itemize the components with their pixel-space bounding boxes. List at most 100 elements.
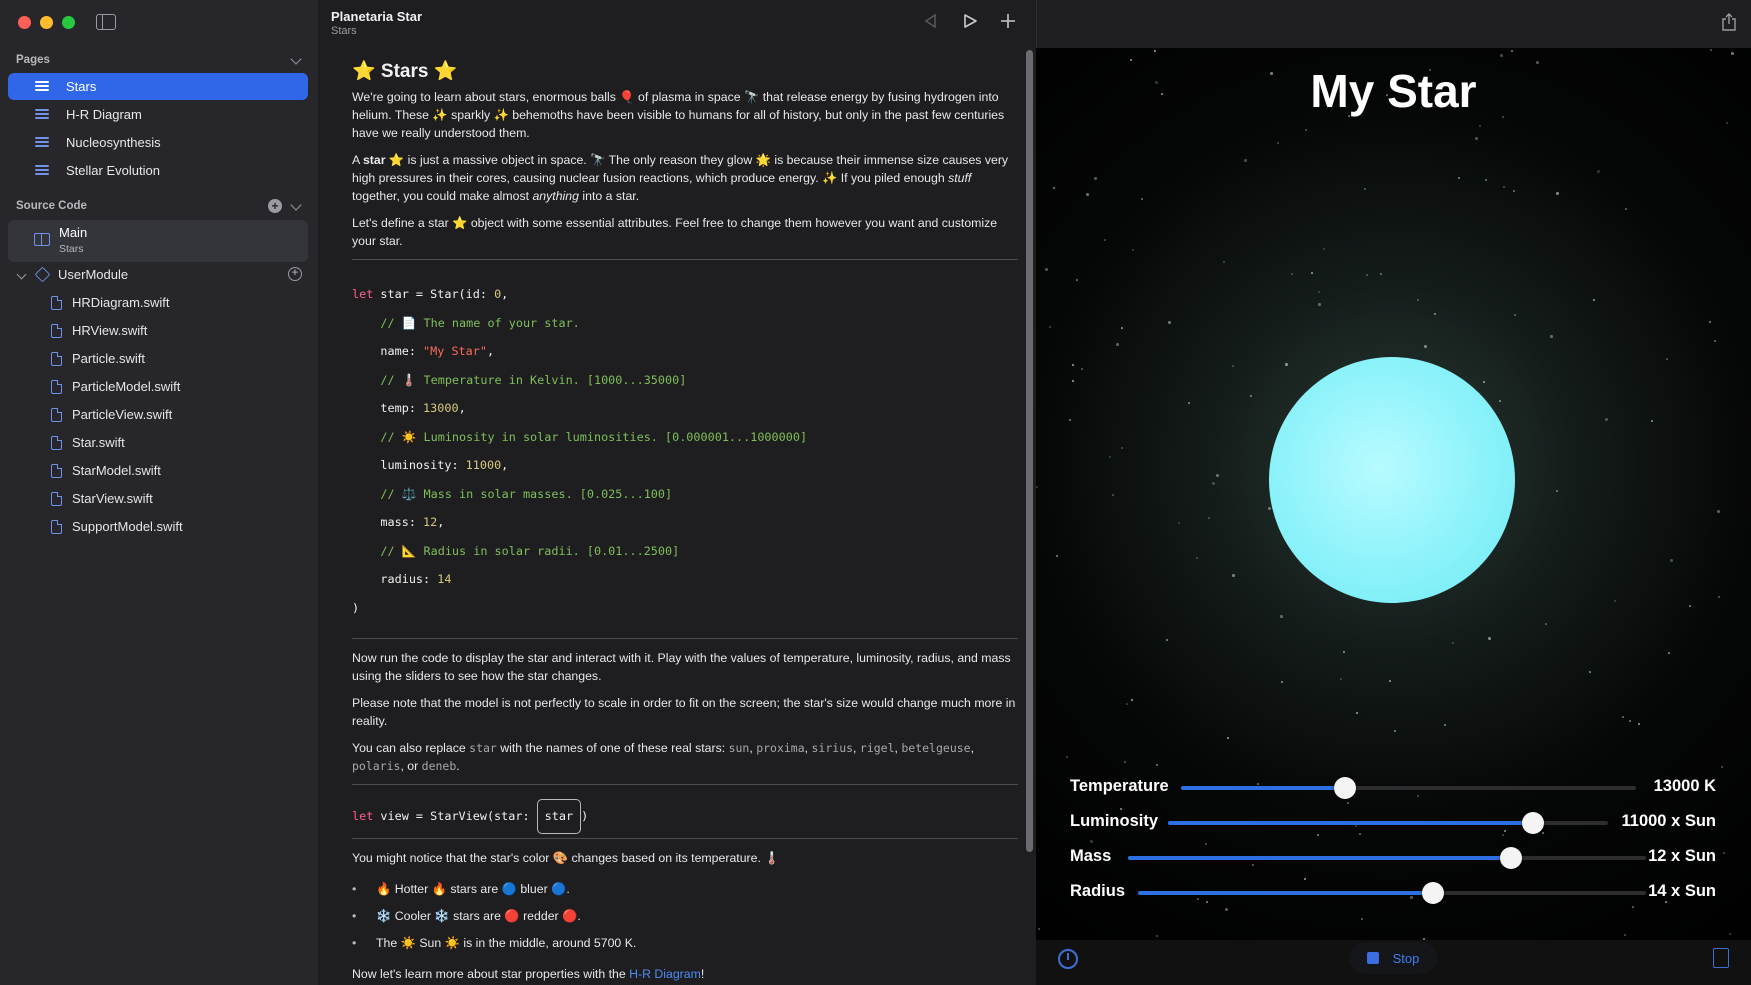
add-button[interactable] — [999, 12, 1017, 30]
previous-page-button[interactable] — [922, 12, 940, 30]
background-star — [1131, 699, 1133, 701]
background-star — [1223, 261, 1225, 263]
sidebar-page-hr-diagram[interactable]: H-R Diagram — [8, 101, 308, 128]
hr-diagram-link[interactable]: H-R Diagram — [629, 967, 701, 981]
background-star — [1156, 935, 1158, 937]
code-block-star[interactable]: let star = Star(id: 0, // 📄 The name of … — [352, 270, 1018, 630]
background-star — [1364, 188, 1366, 190]
background-star — [1250, 395, 1252, 397]
stop-button[interactable]: Stop — [1349, 942, 1437, 974]
temperature-slider[interactable] — [1181, 777, 1636, 799]
intro-paragraph: We're going to learn about stars, enormo… — [352, 90, 1005, 140]
code-block-view[interactable]: let view = StarView(star: star) — [352, 795, 1018, 834]
code-line[interactable]: // 🌡️ Temperature in Kelvin. [1000...350… — [352, 366, 1018, 395]
color-note-paragraph: You might notice that the star's color 🎨… — [352, 850, 780, 865]
sidebar-module-usermodule[interactable]: UserModule + — [8, 262, 308, 288]
background-star — [1069, 419, 1071, 421]
sidebar-file-item[interactable]: ParticleModel.swift — [8, 374, 308, 400]
code-line[interactable]: name: "My Star", — [352, 337, 1018, 366]
slider-knob[interactable] — [1500, 847, 1523, 869]
background-star — [1318, 291, 1320, 293]
page-content: ⭐ Stars ⭐ We're going to learn about sta… — [352, 58, 1018, 985]
background-star — [1227, 737, 1229, 739]
mass-slider[interactable] — [1128, 847, 1646, 869]
slider-knob[interactable] — [1421, 882, 1444, 904]
swift-file-icon — [51, 324, 62, 338]
code-line[interactable]: // ⚖️ Mass in solar masses. [0.025...100… — [352, 480, 1018, 509]
luminosity-slider-row: Luminosity 11000 x Sun — [1070, 810, 1716, 836]
sidebar-main-source[interactable]: Main Stars — [8, 220, 308, 262]
code-line[interactable]: // 📐 Radius in solar radii. [0.01...2500… — [352, 537, 1018, 566]
code-line[interactable]: luminosity: 11000, — [352, 451, 1018, 480]
share-icon[interactable] — [1721, 13, 1737, 31]
code-line[interactable]: mass: 12, — [352, 508, 1018, 537]
background-star — [1499, 400, 1501, 402]
star-definition-paragraph: A star ⭐ is just a massive object in spa… — [352, 153, 1009, 203]
sidebar-file-item[interactable]: Star.swift — [8, 430, 308, 456]
sidebar-page-stars[interactable]: Stars — [8, 73, 308, 100]
background-star — [1340, 678, 1342, 680]
run-button[interactable] — [961, 12, 979, 30]
close-window-button[interactable] — [18, 16, 31, 29]
add-source-icon[interactable]: + — [268, 199, 282, 213]
minimize-window-button[interactable] — [40, 16, 53, 29]
sidebar-file-item[interactable]: HRView.swift — [8, 318, 308, 344]
background-star — [1156, 764, 1158, 766]
sidebar-page-stellar-evolution[interactable]: Stellar Evolution — [8, 157, 308, 184]
background-star — [1311, 272, 1313, 274]
file-label: StarView.swift — [72, 491, 153, 506]
sidebar-page-label: Stellar Evolution — [66, 163, 160, 178]
scale-note-paragraph: Please note that the model is not perfec… — [352, 696, 1016, 728]
file-label: HRView.swift — [72, 323, 148, 338]
add-file-icon[interactable]: + — [288, 267, 302, 281]
code-line[interactable]: let star = Star(id: 0, — [352, 280, 1018, 309]
slider-knob[interactable] — [1333, 777, 1356, 799]
background-star — [1614, 600, 1616, 602]
zoom-window-button[interactable] — [62, 16, 75, 29]
background-star — [1556, 490, 1558, 492]
background-star — [1389, 680, 1391, 682]
timer-icon[interactable] — [1058, 949, 1078, 969]
code-line[interactable]: // ☀️ Luminosity in solar luminosities. … — [352, 423, 1018, 452]
code-line[interactable]: ) — [352, 594, 1018, 623]
luminosity-slider[interactable] — [1168, 812, 1608, 834]
page-lines-icon — [35, 109, 49, 120]
sidebar-page-nucleosynthesis[interactable]: Nucleosynthesis — [8, 129, 308, 156]
slider-value: 12 x Sun — [1648, 847, 1716, 865]
background-star — [1356, 712, 1358, 714]
editor-pane: Planetaria Star Stars ⭐ Stars ⭐ We're go… — [320, 0, 1036, 985]
source-code-chevron-icon[interactable] — [290, 199, 302, 211]
code-line[interactable]: // 📄 The name of your star. — [352, 309, 1018, 338]
editor-scrollbar[interactable] — [1026, 50, 1033, 852]
sidebar-file-item[interactable]: HRDiagram.swift — [8, 290, 308, 316]
slider-value: 14 x Sun — [1648, 882, 1716, 900]
slider-fill — [1128, 856, 1512, 860]
sidebar-toggle-icon[interactable] — [96, 14, 116, 30]
radius-slider[interactable] — [1138, 882, 1646, 904]
background-star — [1479, 125, 1481, 127]
background-star — [1244, 159, 1247, 162]
sidebar-file-item[interactable]: StarModel.swift — [8, 458, 308, 484]
list-item: ❄️ Cooler ❄️ stars are 🔴 redder 🔴. — [352, 903, 1018, 930]
background-star — [1651, 420, 1653, 422]
pages-section-header[interactable]: Pages — [16, 54, 316, 66]
background-star — [1056, 555, 1058, 557]
code-line[interactable]: temp: 13000, — [352, 394, 1018, 423]
background-star — [1714, 340, 1716, 342]
slider-knob[interactable] — [1522, 812, 1545, 834]
plus-icon — [1001, 14, 1015, 28]
disclosure-chevron-icon[interactable] — [16, 269, 27, 280]
code-line[interactable]: let view = StarView(star: star) — [352, 799, 1018, 834]
sidebar-file-item[interactable]: ParticleView.swift — [8, 402, 308, 428]
background-star — [1154, 50, 1156, 52]
file-label: ParticleView.swift — [72, 407, 173, 422]
sidebar-file-item[interactable]: SupportModel.swift — [8, 514, 308, 540]
source-code-section-header[interactable]: Source Code — [16, 200, 87, 212]
star-token[interactable]: star — [536, 799, 582, 834]
sidebar-file-item[interactable]: Particle.swift — [8, 346, 308, 372]
real-stars-paragraph: You can also replace star with the names… — [352, 741, 975, 773]
code-line[interactable]: radius: 14 — [352, 565, 1018, 594]
sidebar-file-item[interactable]: StarView.swift — [8, 486, 308, 512]
notes-icon[interactable] — [1713, 948, 1729, 968]
background-star — [1188, 402, 1190, 404]
